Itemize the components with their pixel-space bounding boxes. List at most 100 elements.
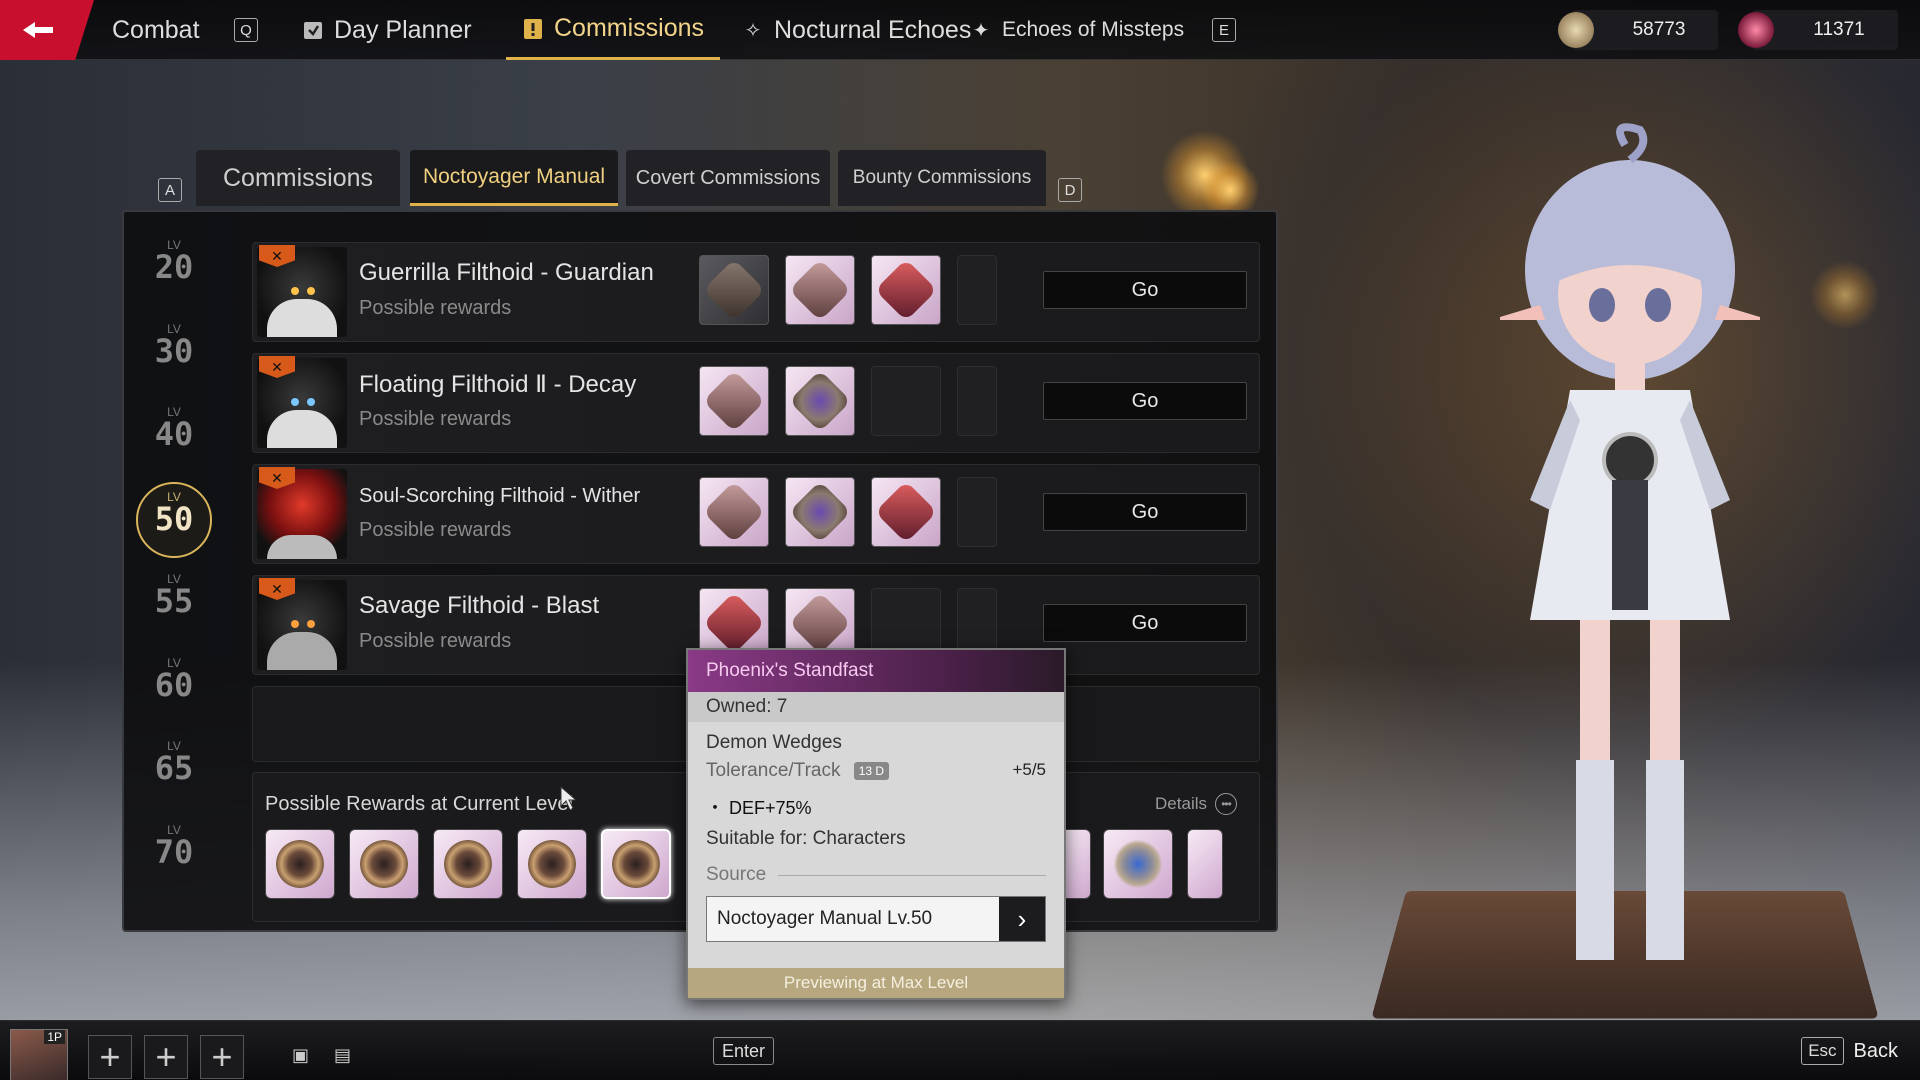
key-e: E: [1212, 18, 1236, 42]
ore-icon: [789, 259, 851, 321]
tooltip-footer: Previewing at Max Level: [688, 968, 1064, 998]
demon-wedge-icon: [528, 840, 576, 888]
nav-echoes-of-missteps[interactable]: ✦ Echoes of Missteps: [970, 0, 1184, 60]
chat-icon[interactable]: ▣: [292, 1045, 309, 1066]
details-button[interactable]: Details •••: [1155, 793, 1237, 815]
planner-icon: [302, 19, 324, 41]
plus-icon: +: [155, 1036, 176, 1078]
tab-commissions[interactable]: Commissions: [196, 150, 400, 206]
reward-item[interactable]: [433, 829, 503, 899]
nav-day-planner[interactable]: Day Planner: [302, 0, 472, 60]
ore-icon: [703, 259, 765, 321]
commission-name: Soul-Scorching Filthoid - Wither: [359, 485, 640, 508]
reward-slot[interactable]: [785, 255, 855, 325]
level-marker[interactable]: LV 20: [134, 232, 214, 302]
level-marker[interactable]: LV 70: [134, 817, 214, 887]
nav-combat[interactable]: Combat: [112, 0, 200, 60]
level-marker[interactable]: LV 55: [134, 566, 214, 636]
level-number: 70: [134, 837, 214, 867]
reward-slot[interactable]: [699, 366, 769, 436]
add-party-member-button[interactable]: +: [88, 1035, 132, 1079]
esc-key: Esc: [1801, 1037, 1843, 1065]
reward-slot[interactable]: [699, 255, 769, 325]
ore-icon: [703, 370, 765, 432]
level-marker[interactable]: LV 40: [134, 399, 214, 469]
tab-bounty-commissions[interactable]: Bounty Commissions: [838, 150, 1046, 206]
amulet-icon: [789, 481, 851, 543]
add-party-member-button[interactable]: +: [144, 1035, 188, 1079]
tab-noctoyager-label: Noctoyager Manual: [423, 165, 605, 189]
reward-slot-empty: [871, 366, 941, 436]
rewards-title: Possible Rewards at Current Level: [265, 793, 573, 816]
crystal-icon: [1738, 12, 1774, 48]
tooltip-track-tag: 13 D: [854, 762, 889, 780]
level-marker[interactable]: LV 65: [134, 733, 214, 803]
level-marker[interactable]: LV 60: [134, 650, 214, 720]
commission-row[interactable]: ✕ Floating Filthoid Ⅱ - Decay Possible r…: [252, 353, 1260, 453]
key-d: D: [1058, 178, 1082, 202]
chevron-right-icon[interactable]: ›: [999, 897, 1045, 941]
tooltip-source-value: Noctoyager Manual Lv.50: [717, 908, 932, 930]
reward-slot[interactable]: [871, 477, 941, 547]
back-action[interactable]: Esc Back: [1801, 1037, 1898, 1065]
reward-item-selected[interactable]: [601, 829, 671, 899]
commission-name: Guerrilla Filthoid - Guardian: [359, 259, 654, 287]
nav-echoes-of-missteps-label: Echoes of Missteps: [1002, 18, 1184, 42]
plus-icon: +: [99, 1036, 120, 1078]
commission-name: Savage Filthoid - Blast: [359, 592, 599, 620]
source-link[interactable]: Noctoyager Manual Lv.50 ›: [706, 896, 1046, 942]
character-model: [1500, 120, 1760, 1000]
message-icon[interactable]: ▤: [334, 1045, 351, 1066]
tab-covert-commissions[interactable]: Covert Commissions: [626, 150, 830, 206]
commission-subtitle: Possible rewards: [359, 408, 511, 431]
nav-commissions[interactable]: Commissions: [506, 0, 720, 60]
nav-combat-label: Combat: [112, 16, 200, 45]
level-number: 20: [134, 252, 214, 282]
ore-icon: [789, 592, 851, 654]
commission-subtitle: Possible rewards: [359, 630, 511, 653]
nav-nocturnal-echoes[interactable]: ✧ Nocturnal Echoes: [742, 0, 971, 60]
go-button[interactable]: Go: [1043, 604, 1247, 642]
key-hint-q: Q: [234, 0, 258, 60]
top-navigation-bar: Combat Q Day Planner Commissions ✧ Noctu…: [0, 0, 1920, 60]
reward-slot[interactable]: [785, 366, 855, 436]
ruby-ore-icon: [703, 592, 765, 654]
reward-item[interactable]: [349, 829, 419, 899]
go-button[interactable]: Go: [1043, 382, 1247, 420]
plus-icon: +: [211, 1036, 232, 1078]
background-lamp: [1810, 260, 1880, 330]
commission-row[interactable]: ✕ Guerrilla Filthoid - Guardian Possible…: [252, 242, 1260, 342]
reward-item[interactable]: [1187, 829, 1223, 899]
current-level-marker[interactable]: LV 50: [136, 482, 212, 558]
tooltip-type: Demon Wedges: [706, 732, 842, 754]
tooltip-owned: Owned: 7: [688, 692, 1064, 722]
currency-crystal-value: 11371: [1784, 19, 1894, 41]
add-party-member-button[interactable]: +: [200, 1035, 244, 1079]
level-marker[interactable]: LV 30: [134, 316, 214, 386]
commission-row[interactable]: ✕ Soul-Scorching Filthoid - Wither Possi…: [252, 464, 1260, 564]
reward-slot[interactable]: [871, 255, 941, 325]
tab-noctoyager-manual[interactable]: Noctoyager Manual: [410, 150, 618, 206]
tooltip-track-label: Tolerance/Track: [706, 760, 840, 781]
go-button[interactable]: Go: [1043, 271, 1247, 309]
level-number: 50: [138, 504, 210, 534]
player-avatar[interactable]: 1P: [10, 1029, 68, 1080]
cursor-icon: [560, 786, 580, 812]
reward-item[interactable]: [1103, 829, 1173, 899]
ore-icon: [703, 481, 765, 543]
go-button[interactable]: Go: [1043, 493, 1247, 531]
reward-slot[interactable]: [699, 477, 769, 547]
demon-wedge-icon: [276, 840, 324, 888]
demon-wedge-icon: [612, 840, 660, 888]
level-number: 30: [134, 336, 214, 366]
commission-subtitle: Possible rewards: [359, 297, 511, 320]
key-q: Q: [234, 18, 258, 42]
back-button[interactable]: [0, 0, 94, 60]
key-hint-e: E: [1212, 0, 1236, 60]
level-number: 55: [134, 586, 214, 616]
reward-item[interactable]: [265, 829, 335, 899]
enter-key-hint[interactable]: Enter: [713, 1037, 774, 1065]
compass-icon: ✧: [742, 19, 764, 41]
reward-item[interactable]: [517, 829, 587, 899]
reward-slot[interactable]: [785, 477, 855, 547]
